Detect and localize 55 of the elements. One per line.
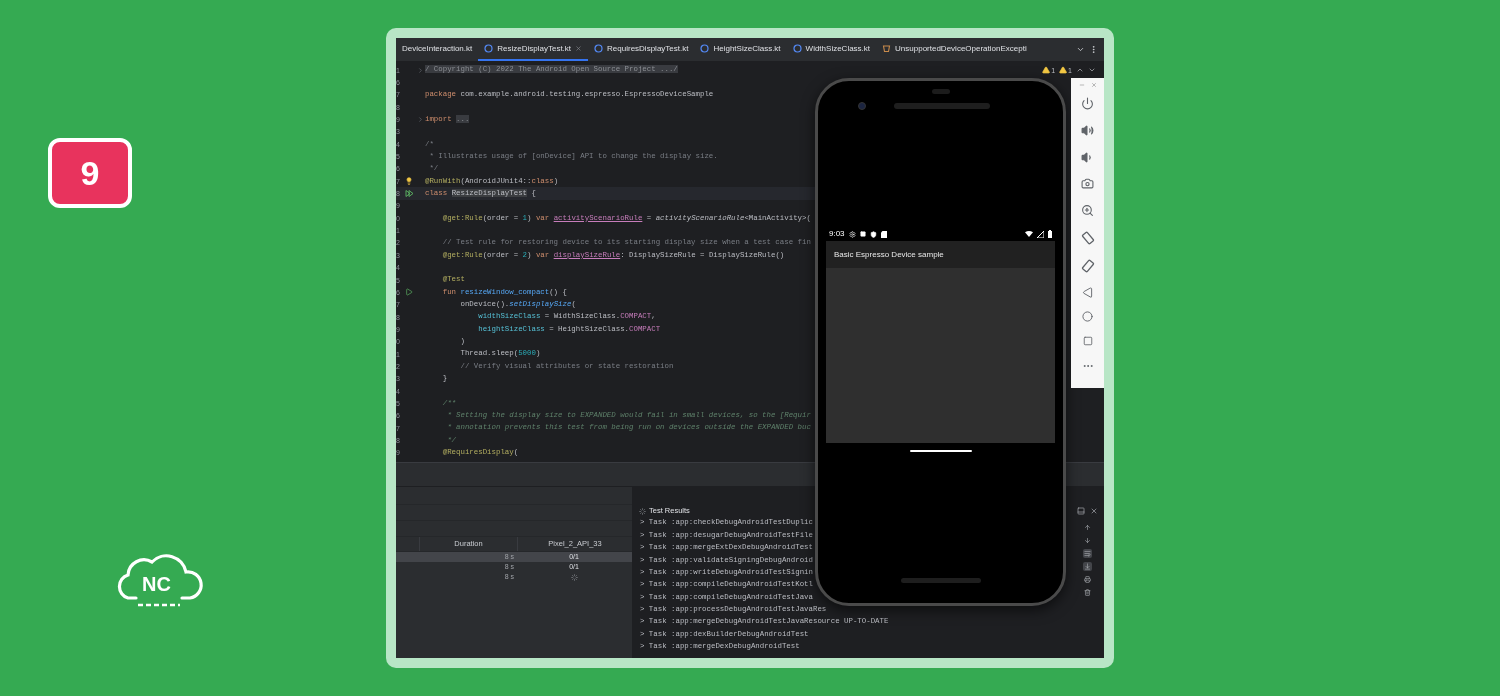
app-title: Basic Espresso Device sample [834,248,944,261]
print-icon[interactable] [1082,575,1092,584]
back-icon[interactable] [1082,286,1093,298]
signal-icon [1037,230,1044,238]
class-file-icon [484,44,494,53]
gear-icon [848,230,856,238]
editor-tab[interactable]: DeviceInteraction.kt [396,38,479,61]
logo-text: NC [142,574,171,594]
chevron-down-icon[interactable] [1076,45,1085,54]
run-icon[interactable] [405,288,413,297]
wifi-icon [1025,231,1033,237]
editor-tab[interactable]: WidthSizeClass.kt [786,38,877,61]
chevron-down-icon[interactable] [1088,66,1096,74]
arrow-up-icon[interactable] [1082,523,1092,532]
spinner-icon [639,507,646,515]
warning-icon[interactable] [1042,66,1051,74]
arrow-down-icon[interactable] [1082,536,1092,545]
battery-icon [1048,230,1052,238]
power-icon[interactable] [1081,97,1094,110]
editor-tab[interactable]: RequiresDisplayTest.kt [588,38,695,61]
warning-icon[interactable] [1059,66,1068,74]
volume-down-icon[interactable] [1081,150,1094,164]
soft-wrap-icon[interactable] [1082,549,1092,558]
volume-up-icon[interactable] [1081,123,1094,137]
lightbulb-icon[interactable] [405,177,413,186]
close-icon[interactable] [1089,507,1098,515]
more-icon[interactable] [1089,45,1098,54]
chevron-up-icon[interactable] [1076,66,1084,74]
editor-tab[interactable]: HeightSizeClass.kt [694,38,787,61]
class-file-icon [792,44,802,53]
rotate-left-icon[interactable] [1080,231,1095,245]
zoom-in-icon[interactable] [1081,204,1094,218]
number-badge: 9 [48,138,132,208]
editor-tab[interactable]: UnsupportedDeviceOperationExcepti [876,38,1033,61]
exception-file-icon [882,44,892,53]
class-file-icon [594,44,604,53]
layout-icon[interactable] [1076,507,1085,515]
close-icon[interactable] [575,45,583,52]
editor-tab[interactable]: ResizeDisplayTest.kt [478,38,589,61]
status-time: 9:03 [829,230,845,238]
scroll-to-end-icon[interactable] [1082,562,1092,571]
shield-icon [869,230,877,238]
camera-lens [858,102,866,110]
trash-icon[interactable] [1082,588,1092,597]
notification-icon [859,231,866,237]
overview-icon[interactable] [1082,336,1093,347]
run-all-icon[interactable] [404,190,414,198]
spinner-icon [570,573,578,581]
rotate-right-icon[interactable] [1080,258,1095,273]
sensor-slot [931,89,950,94]
home-icon[interactable] [1082,311,1093,323]
gesture-handle[interactable] [909,450,972,452]
class-file-icon [700,44,710,53]
sd-card-icon [880,230,887,238]
camera-icon[interactable] [1081,177,1094,191]
